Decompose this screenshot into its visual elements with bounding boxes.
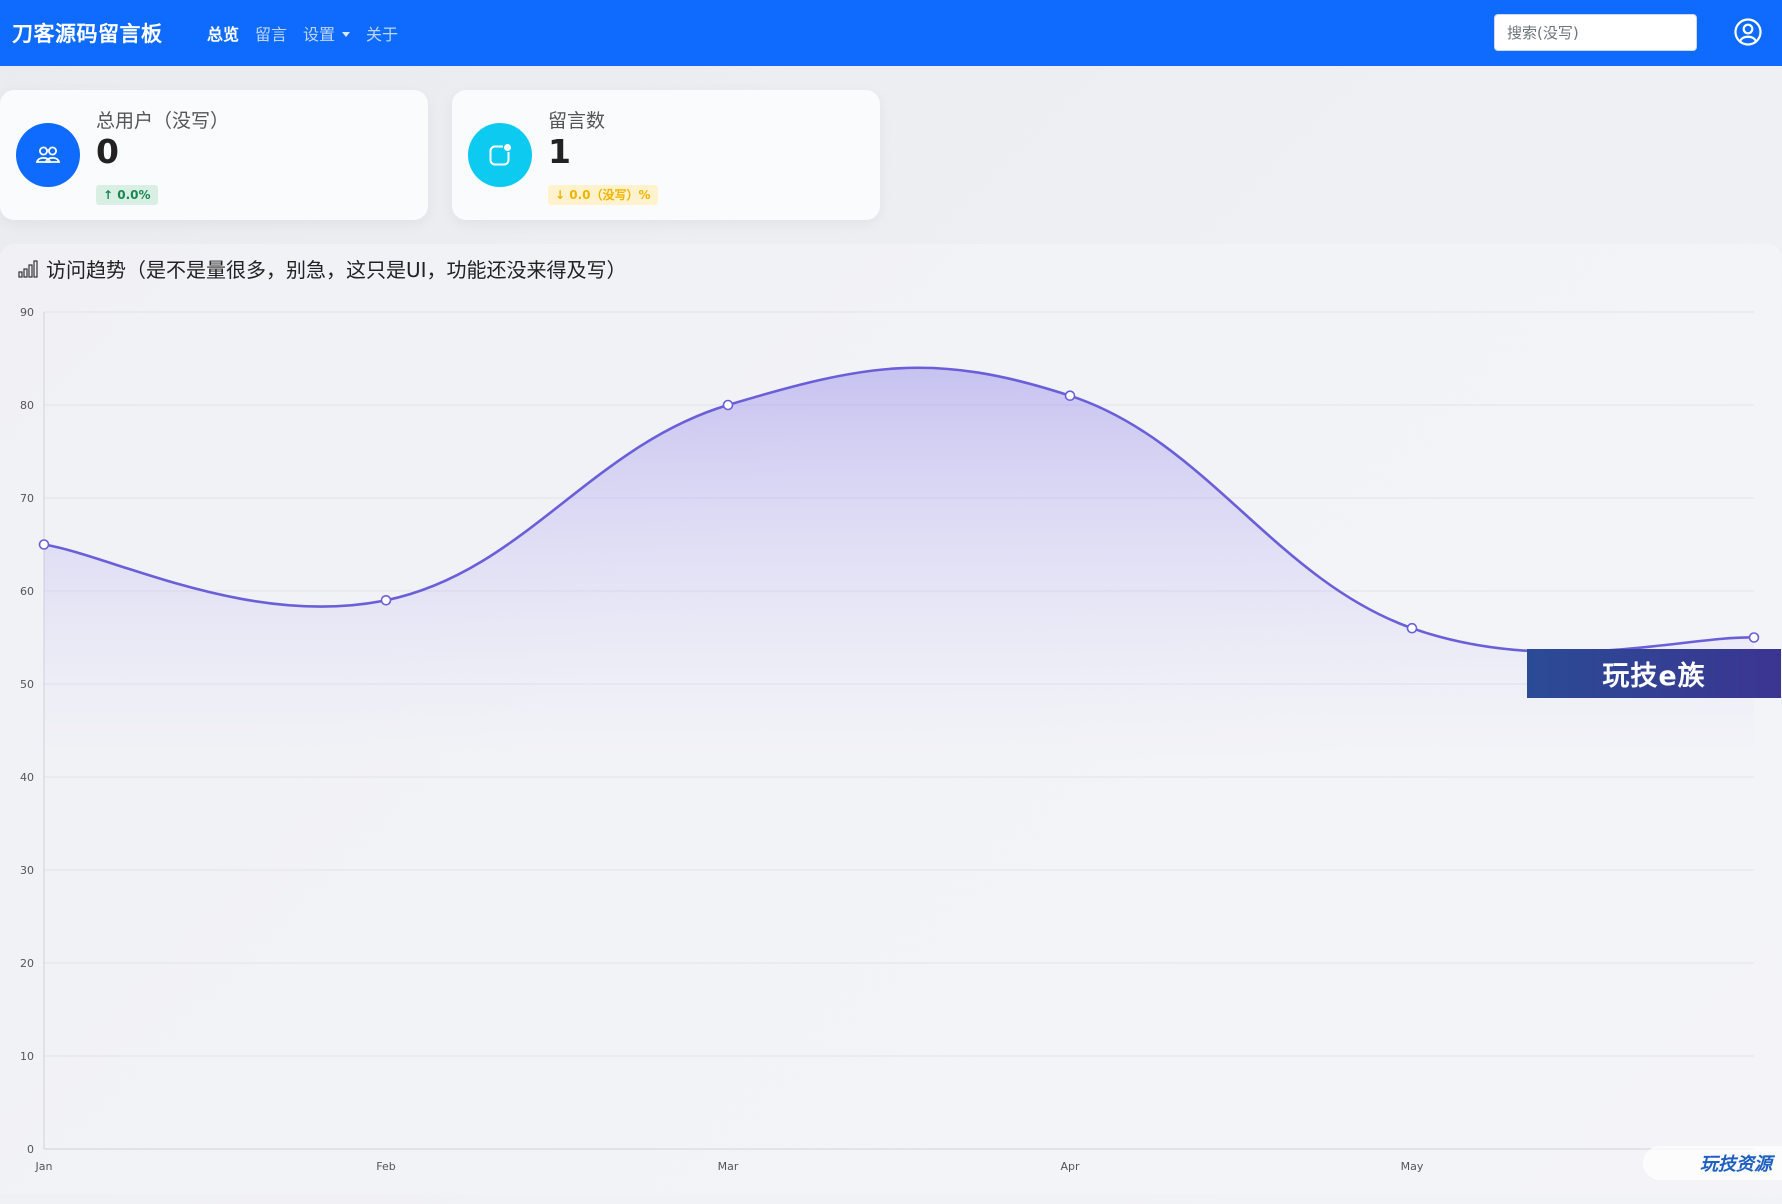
x-tick-label: May xyxy=(1401,1160,1424,1173)
data-point xyxy=(1064,390,1076,402)
y-tick-label: 0 xyxy=(27,1143,34,1156)
y-tick-label: 50 xyxy=(20,678,34,691)
y-tick-label: 40 xyxy=(20,771,34,784)
y-tick-label: 80 xyxy=(20,399,34,412)
x-tick-label: Apr xyxy=(1060,1160,1080,1173)
data-point xyxy=(1748,632,1760,643)
data-point xyxy=(722,399,734,411)
x-tick-label: Mar xyxy=(718,1160,739,1173)
series-area xyxy=(44,367,1754,1149)
y-tick-label: 30 xyxy=(20,864,34,877)
watermark-corner: 玩技资源 xyxy=(1643,1146,1782,1180)
y-tick-label: 90 xyxy=(20,306,34,319)
y-tick-label: 60 xyxy=(20,585,34,598)
y-tick-label: 20 xyxy=(20,957,34,970)
data-point xyxy=(38,539,50,550)
x-tick-label: Jan xyxy=(35,1160,53,1173)
y-tick-label: 10 xyxy=(20,1050,34,1063)
data-point xyxy=(380,594,392,606)
watermark-banner: 玩技e族 xyxy=(1527,649,1781,698)
y-tick-label: 70 xyxy=(20,492,34,505)
data-point xyxy=(1406,622,1418,634)
x-tick-label: Feb xyxy=(376,1160,395,1173)
visits-line-chart: 0 10 20 30 40 50 60 70 80 90 Jan Feb Mar Apr May xyxy=(20,306,1760,1173)
